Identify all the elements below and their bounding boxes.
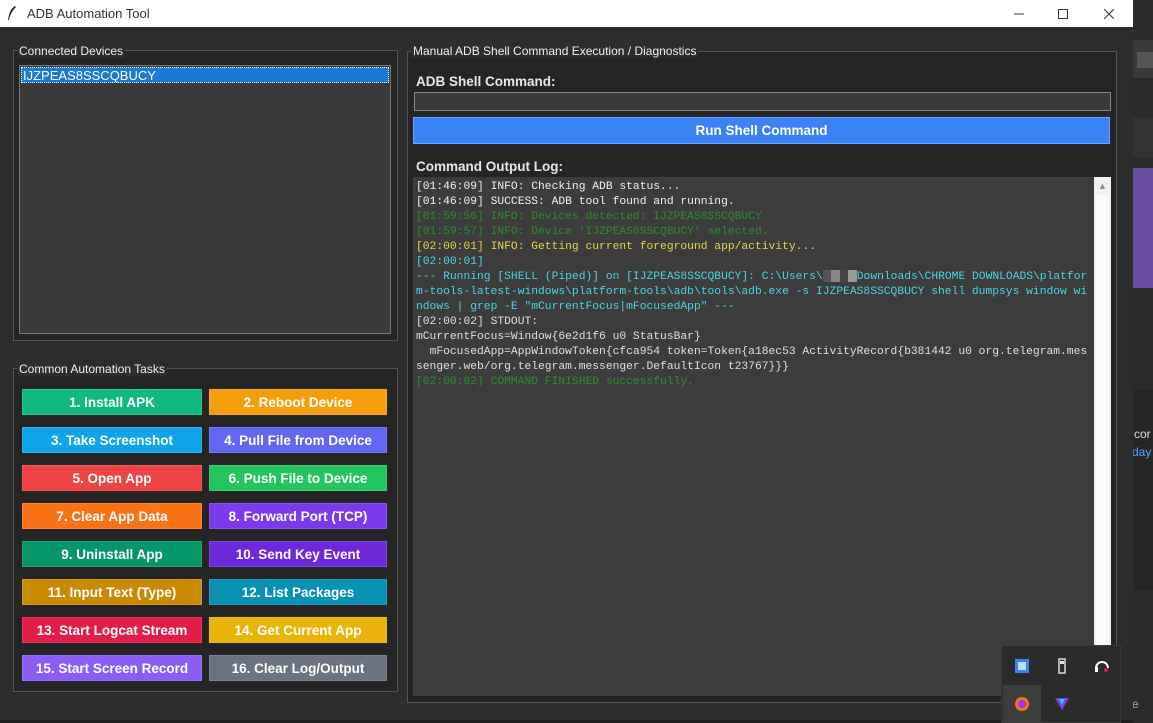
minimize-button[interactable] bbox=[996, 0, 1042, 27]
minimize-icon bbox=[1014, 13, 1024, 14]
usb-drive-icon[interactable] bbox=[1043, 647, 1081, 685]
close-button[interactable] bbox=[1086, 0, 1132, 27]
log-line: [01:46:09] SUCCESS: ADB tool found and r… bbox=[416, 196, 735, 208]
background-text: e bbox=[1132, 697, 1139, 711]
log-line: mFocusedApp=AppWindowToken{cfca954 token… bbox=[416, 346, 1088, 373]
input-text-button[interactable]: 11. Input Text (Type) bbox=[22, 579, 202, 605]
log-line: [01:59:56] INFO: Devices detected: IJZPE… bbox=[416, 211, 762, 223]
log-line: [02:00:01] bbox=[416, 256, 484, 268]
start-logcat-button[interactable]: 13. Start Logcat Stream bbox=[22, 617, 202, 643]
send-key-event-button[interactable]: 10. Send Key Event bbox=[209, 541, 387, 567]
redacted-username bbox=[822, 270, 857, 283]
output-log-label: Command Output Log: bbox=[416, 159, 563, 174]
shell-command-label: ADB Shell Command: bbox=[416, 74, 556, 89]
pull-file-button[interactable]: 4. Pull File from Device bbox=[209, 427, 387, 453]
log-scrollbar[interactable]: ▲ bbox=[1094, 177, 1111, 696]
log-line: [01:46:09] INFO: Checking ADB status... bbox=[416, 181, 681, 193]
log-line: [02:00:02] COMMAND FINISHED successfully… bbox=[416, 376, 694, 388]
get-current-app-button[interactable]: 14. Get Current App bbox=[209, 617, 387, 643]
feather-icon bbox=[8, 6, 16, 20]
log-line: [02:00:01] INFO: Getting current foregro… bbox=[416, 241, 816, 253]
open-app-button[interactable]: 5. Open App bbox=[22, 465, 202, 491]
scroll-up-arrow-icon[interactable]: ▲ bbox=[1094, 177, 1111, 194]
scroll-thumb[interactable] bbox=[1096, 195, 1109, 645]
shell-command-input[interactable] bbox=[414, 92, 1111, 111]
install-apk-button[interactable]: 1. Install APK bbox=[22, 389, 202, 415]
device-list[interactable]: IJZPEAS8SSCQBUCY bbox=[19, 65, 391, 334]
take-screenshot-button[interactable]: 3. Take Screenshot bbox=[22, 427, 202, 453]
maximize-button[interactable] bbox=[1040, 0, 1086, 27]
firefox-icon[interactable] bbox=[1003, 685, 1041, 723]
shell-diagnostics-label: Manual ADB Shell Command Execution / Dia… bbox=[411, 44, 699, 58]
forward-port-button[interactable]: 8. Forward Port (TCP) bbox=[209, 503, 387, 529]
clear-app-data-button[interactable]: 7. Clear App Data bbox=[22, 503, 202, 529]
vpn-shield-icon[interactable] bbox=[1043, 685, 1081, 723]
uninstall-app-button[interactable]: 9. Uninstall App bbox=[22, 541, 202, 567]
run-shell-command-button[interactable]: Run Shell Command bbox=[413, 117, 1110, 144]
maximize-icon bbox=[1058, 8, 1068, 19]
output-log[interactable]: [01:46:09] INFO: Checking ADB status... … bbox=[413, 177, 1094, 696]
close-icon bbox=[1104, 8, 1114, 19]
automation-tasks-group bbox=[13, 368, 398, 692]
headset-icon[interactable] bbox=[1083, 647, 1121, 685]
window-title: ADB Automation Tool bbox=[27, 6, 150, 21]
device-list-item[interactable]: IJZPEAS8SSCQBUCY bbox=[21, 67, 389, 83]
log-line: [02:00:02] STDOUT: bbox=[416, 316, 539, 328]
connected-devices-label: Connected Devices bbox=[17, 44, 126, 58]
system-tray-overflow bbox=[1001, 645, 1121, 723]
clear-log-button[interactable]: 16. Clear Log/Output bbox=[209, 655, 387, 681]
background-text: cor bbox=[1134, 427, 1151, 441]
log-line: mCurrentFocus=Window{6e2d1f6 u0 StatusBa… bbox=[416, 331, 701, 343]
network-icon[interactable] bbox=[1003, 647, 1041, 685]
automation-tasks-label: Common Automation Tasks bbox=[17, 362, 167, 376]
start-screen-record-button[interactable]: 15. Start Screen Record bbox=[22, 655, 202, 681]
title-bar[interactable]: ADB Automation Tool bbox=[0, 0, 1133, 27]
log-line: --- Running [SHELL (Piped)] on [IJZPEAS8… bbox=[416, 270, 1091, 315]
push-file-button[interactable]: 6. Push File to Device bbox=[209, 465, 387, 491]
reboot-device-button[interactable]: 2. Reboot Device bbox=[209, 389, 387, 415]
log-text: --- Running [SHELL (Piped)] on [IJZPEAS8… bbox=[416, 271, 823, 283]
background-link: day bbox=[1132, 445, 1152, 459]
background-window bbox=[1133, 0, 1153, 723]
log-line: [01:59:57] INFO: Device 'IJZPEAS8SSCQBUC… bbox=[416, 226, 769, 238]
list-packages-button[interactable]: 12. List Packages bbox=[209, 579, 387, 605]
